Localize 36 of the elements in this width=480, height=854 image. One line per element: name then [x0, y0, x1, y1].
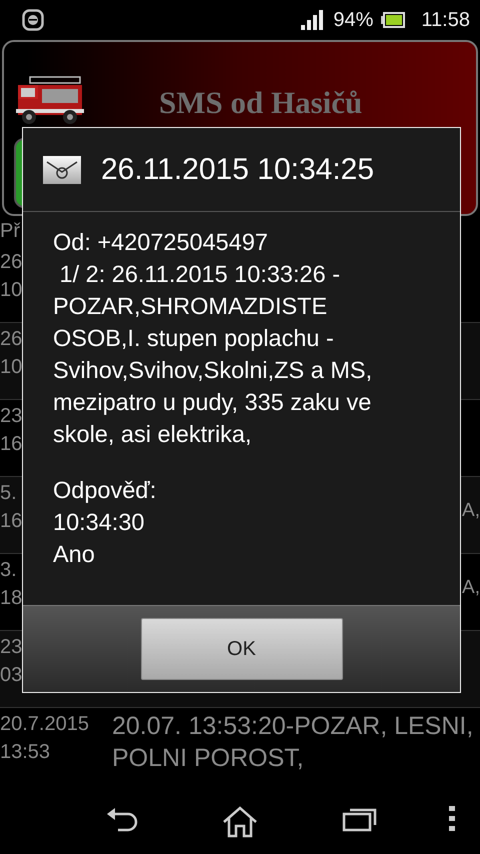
- fire-truck-drawing: [14, 75, 84, 127]
- home-icon[interactable]: [222, 806, 258, 838]
- reply-label: Odpověď:: [53, 476, 158, 505]
- recent-apps-icon[interactable]: [342, 806, 378, 832]
- reply-text: Ano: [53, 540, 96, 569]
- message-time: 10: [0, 278, 22, 303]
- message-date: 26: [0, 327, 22, 352]
- message-date: 23: [0, 404, 22, 429]
- message-date: 20.7.2015: [0, 712, 89, 737]
- message-date: 5.: [0, 481, 17, 506]
- battery-percentage: 94%: [333, 8, 374, 33]
- clock-time: 11:58: [421, 8, 470, 33]
- battery-icon: [381, 12, 406, 28]
- mail-icon: [43, 156, 81, 184]
- app-notification-icon: [22, 9, 44, 31]
- reply-time: 10:34:30: [53, 508, 146, 537]
- message-date: 3.: [0, 558, 17, 583]
- app-title: SMS od Hasičů: [159, 84, 362, 122]
- message-text: 1/ 2: 26.11.2015 10:33:26 - POZAR,SHROMAZDISTE OSOB,I. stupen poplachu - Svihov,Svihov,Skolni,ZS a MS, mezipatro u pudy, 335 zaku ve skole, asi elektrika,: [53, 260, 374, 449]
- message-preview[interactable]: 20.07. 13:53:20-POZAR, LESNI, POLNI POROST,: [112, 710, 476, 774]
- signal-icon: [301, 10, 326, 30]
- ok-button[interactable]: OK: [140, 618, 342, 680]
- menu-icon[interactable]: [449, 806, 455, 832]
- message-date: 23: [0, 635, 22, 660]
- message-time: 13:53: [0, 740, 50, 765]
- sender-number: Od: +420725045497: [53, 228, 269, 257]
- message-preview[interactable]: A,: [462, 495, 480, 527]
- message-time: 10: [0, 355, 22, 380]
- message-time: 16: [0, 432, 22, 457]
- message-time: 03: [0, 663, 22, 688]
- message-time: 18: [0, 586, 22, 611]
- dialog-title: 26.11.2015 10:34:25: [101, 152, 374, 188]
- column-heading: Př: [0, 220, 20, 242]
- message-date: 26: [0, 250, 22, 275]
- message-preview[interactable]: A,: [462, 572, 480, 604]
- message-time: 16: [0, 509, 22, 534]
